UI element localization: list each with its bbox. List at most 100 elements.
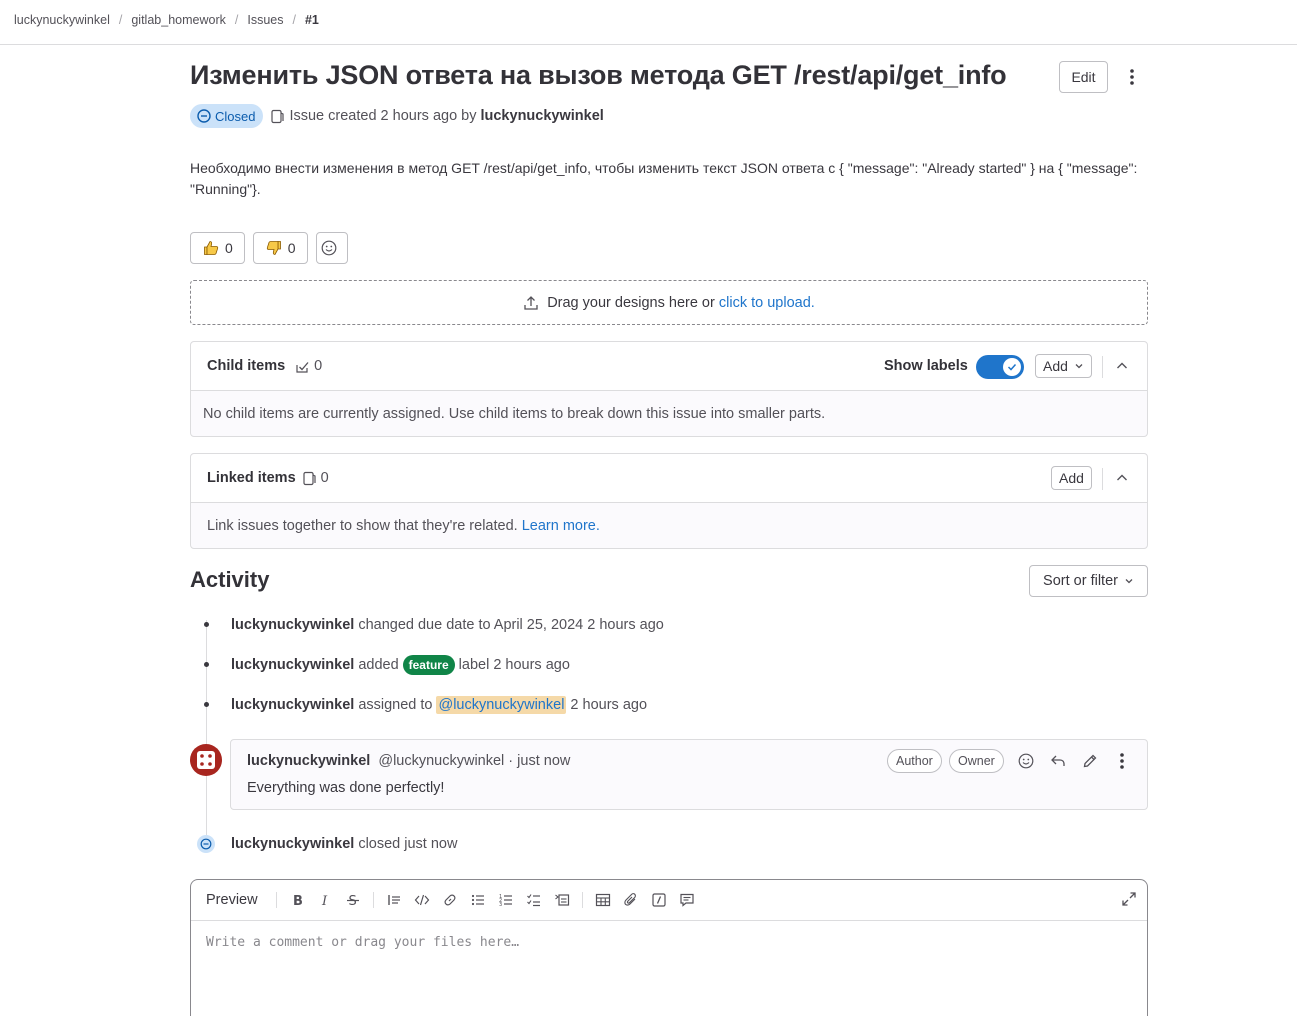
- note-author-link[interactable]: luckynuckywinkel: [231, 617, 354, 633]
- linked-items-title: Linked items: [207, 470, 296, 486]
- system-note-assigned: luckynuckywinkel assigned to @luckynucky…: [231, 696, 647, 714]
- comment-header: luckynuckywinkel @luckynuckywinkel · jus…: [247, 753, 570, 769]
- reply-icon[interactable]: [1049, 752, 1067, 770]
- fullscreen-expand-icon[interactable]: [1121, 891, 1137, 907]
- user-mention-link[interactable]: @luckynuckywinkel: [436, 696, 567, 714]
- linked-items-count: 0: [302, 470, 329, 486]
- sort-or-filter-button[interactable]: Sort or filter: [1029, 565, 1148, 597]
- comment-template-icon[interactable]: [673, 886, 701, 914]
- collapse-chevron-up-icon[interactable]: [1114, 358, 1130, 374]
- svg-text:B: B: [293, 894, 303, 908]
- note-author-link[interactable]: luckynuckywinkel: [231, 697, 354, 713]
- note-author-link[interactable]: luckynuckywinkel: [231, 657, 354, 673]
- note-text: changed due date to April 25, 2024 2 hou…: [358, 617, 664, 633]
- timeline-dot: [204, 702, 209, 707]
- timeline-line: [206, 620, 207, 850]
- code-icon[interactable]: [408, 886, 436, 914]
- dropzone-text: Drag your designs here or: [547, 294, 715, 311]
- system-note-label: luckynuckywinkel added feature label 2 h…: [231, 655, 570, 675]
- add-reaction-smiley-icon[interactable]: [1017, 752, 1035, 770]
- thumbs-up-button[interactable]: 0: [190, 232, 245, 264]
- thumbs-down-count: 0: [287, 240, 296, 256]
- child-items-count: 0: [295, 358, 322, 374]
- breadcrumb-separator: /: [292, 13, 296, 27]
- comment-more-actions-icon[interactable]: [1113, 752, 1131, 770]
- thumbs-down-icon: [266, 240, 282, 256]
- chevron-down-icon: [1074, 361, 1084, 371]
- timeline-dot: [204, 622, 209, 627]
- issue-type-icon: [270, 109, 285, 124]
- link-icon[interactable]: [436, 886, 464, 914]
- editor-toolbar: Preview B I S 123: [191, 880, 1147, 921]
- learn-more-link[interactable]: Learn more.: [522, 518, 600, 534]
- attach-file-icon[interactable]: [617, 886, 645, 914]
- closed-timeline-icon: [197, 835, 215, 853]
- more-actions-icon[interactable]: [1122, 65, 1142, 89]
- toolbar-separator: [581, 892, 583, 908]
- note-text: added: [358, 657, 399, 673]
- breadcrumb-item-current[interactable]: #1: [305, 13, 319, 27]
- activity-title: Activity: [190, 567, 270, 592]
- design-dropzone[interactable]: Drag your designs here or click to uploa…: [190, 280, 1148, 325]
- status-label: Closed: [215, 108, 256, 124]
- linked-items-count-value: 0: [320, 470, 329, 486]
- top-bar: luckynuckywinkel / gitlab_homework / Iss…: [0, 0, 1297, 45]
- show-labels-toggle[interactable]: [976, 355, 1024, 379]
- sort-or-filter-label: Sort or filter: [1043, 573, 1118, 589]
- child-items-header: Child items 0 Show labels Add: [191, 342, 1147, 391]
- thumbs-down-button[interactable]: 0: [252, 232, 308, 264]
- issue-type-icon: [302, 471, 317, 486]
- author-badge: Author: [887, 749, 942, 773]
- issue-title: Изменить JSON ответа на вызов метода GET…: [190, 60, 1007, 90]
- comment-author-link[interactable]: luckynuckywinkel: [247, 753, 370, 769]
- header-divider: [1102, 356, 1103, 378]
- issue-author-link[interactable]: luckynuckywinkel: [480, 108, 603, 124]
- breadcrumb-separator: /: [118, 13, 123, 27]
- edit-button[interactable]: Edit: [1059, 61, 1108, 93]
- collapsible-section-icon[interactable]: [548, 886, 576, 914]
- table-icon[interactable]: [589, 886, 617, 914]
- upload-icon: [523, 295, 539, 311]
- add-child-item-button[interactable]: Add: [1035, 354, 1092, 378]
- closed-status-icon: [197, 109, 211, 123]
- bold-icon[interactable]: B: [283, 886, 311, 914]
- bullet-list-icon[interactable]: [464, 886, 492, 914]
- system-note-closed: luckynuckywinkel closed just now: [231, 836, 457, 852]
- breadcrumb-separator: /: [234, 13, 239, 27]
- comment-textarea[interactable]: [191, 922, 1147, 1016]
- svg-text:3: 3: [499, 902, 502, 908]
- chevron-down-icon: [1124, 576, 1134, 586]
- pencil-edit-icon[interactable]: [1081, 752, 1099, 770]
- child-items-count-value: 0: [314, 358, 323, 374]
- issue-meta: Closed Issue created 2 hours ago by luck…: [190, 104, 604, 128]
- quote-icon[interactable]: [380, 886, 408, 914]
- breadcrumb-item-issues[interactable]: Issues: [247, 13, 283, 27]
- linked-items-empty-text: Link issues together to show that they'r…: [207, 517, 518, 534]
- slash-command-icon[interactable]: [645, 886, 673, 914]
- italic-icon[interactable]: I: [311, 886, 339, 914]
- click-to-upload-link[interactable]: click to upload: [719, 295, 811, 311]
- award-emoji-bar: 0 0: [190, 232, 356, 264]
- task-list-icon[interactable]: [520, 886, 548, 914]
- strikethrough-icon[interactable]: S: [339, 886, 367, 914]
- note-author-link[interactable]: luckynuckywinkel: [231, 836, 354, 852]
- feature-label-badge[interactable]: feature: [402, 655, 455, 675]
- comment-body: Everything was done perfectly!: [247, 780, 445, 796]
- collapse-chevron-up-icon[interactable]: [1114, 470, 1130, 486]
- toolbar-separator: [372, 892, 374, 908]
- add-reaction-button[interactable]: [315, 232, 348, 264]
- linked-items-empty: Link issues together to show that they'r…: [191, 503, 1147, 548]
- show-labels-label: Show labels: [884, 358, 968, 374]
- add-linked-item-button[interactable]: Add: [1051, 466, 1092, 490]
- preview-tab[interactable]: Preview: [206, 892, 258, 908]
- note-text: label 2 hours ago: [458, 657, 570, 673]
- timeline-dot: [204, 662, 209, 667]
- note-text: assigned to: [358, 697, 433, 713]
- owner-badge: Owner: [949, 749, 1004, 773]
- status-badge: Closed: [190, 104, 264, 128]
- breadcrumb-item-project[interactable]: gitlab_homework: [131, 13, 226, 27]
- avatar[interactable]: [190, 744, 222, 776]
- breadcrumb-item-user[interactable]: luckynuckywinkel: [14, 13, 110, 27]
- numbered-list-icon[interactable]: 123: [492, 886, 520, 914]
- linked-items-header: Linked items 0 Add: [191, 454, 1147, 503]
